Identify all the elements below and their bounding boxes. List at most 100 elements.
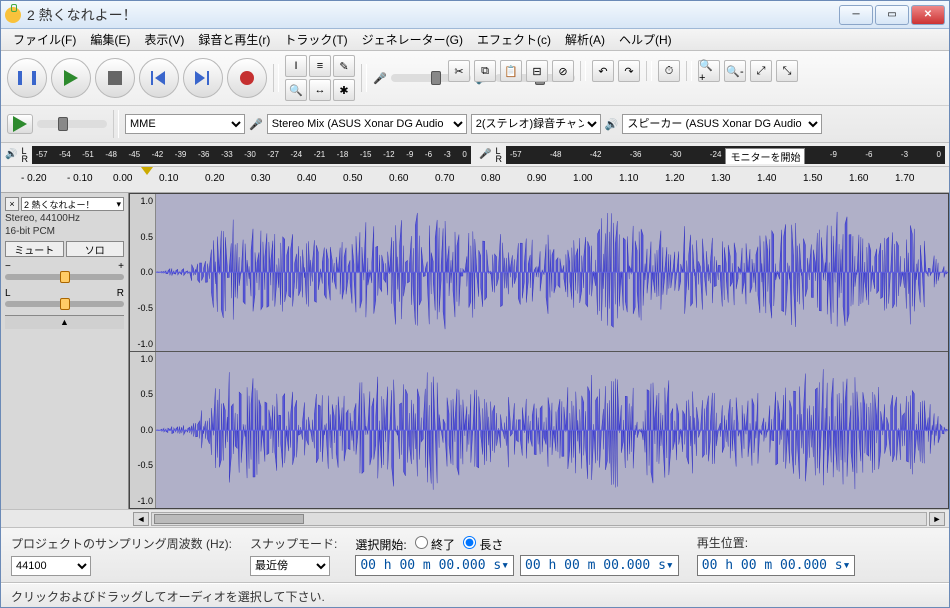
mic-icon: 🎤 <box>373 72 387 85</box>
ruler-tick: 0.70 <box>435 173 454 184</box>
selection-end-time[interactable]: 00 h 00 m 00.000 s▾ <box>520 555 679 576</box>
ruler-tick: 0.10 <box>159 173 178 184</box>
ruler-tick: 1.10 <box>619 173 638 184</box>
horizontal-scrollbar[interactable]: ◄ ► <box>1 510 949 528</box>
collapse-button[interactable]: ▲ <box>5 315 124 329</box>
menu-effect[interactable]: エフェクト(c) <box>471 29 557 50</box>
channels-select[interactable]: 2(ステレオ)録音チャンネ <box>471 114 601 134</box>
selection-start-label: 選択開始: <box>355 536 406 553</box>
status-bar: クリックおよびドラッグしてオーディオを選択して下さい. <box>1 583 949 607</box>
play-button[interactable] <box>51 58 91 98</box>
envelope-tool[interactable]: ≡ <box>309 55 331 77</box>
trim-button[interactable]: ⊟ <box>526 60 548 82</box>
maximize-button[interactable]: ▭ <box>875 5 909 25</box>
stop-button[interactable] <box>95 58 135 98</box>
meters-row: 🔊 LR -57-54-51-48-45-42-39-36-33-30-27-2… <box>1 143 949 167</box>
input-device-select[interactable]: Stereo Mix (ASUS Xonar DG Audio <box>267 114 467 134</box>
gain-slider[interactable] <box>5 274 124 280</box>
play-at-speed-button[interactable] <box>7 114 33 134</box>
undo-button[interactable]: ↶ <box>592 60 614 82</box>
close-button[interactable]: ✕ <box>911 5 945 25</box>
menu-transport[interactable]: 録音と再生(r) <box>192 29 276 50</box>
cut-button[interactable]: ✂ <box>448 60 470 82</box>
menu-generate[interactable]: ジェネレーター(G) <box>356 29 469 50</box>
menu-analyze[interactable]: 解析(A) <box>559 29 611 50</box>
menu-help[interactable]: ヘルプ(H) <box>613 29 678 50</box>
ruler-tick: - 0.20 <box>21 173 47 184</box>
sample-rate-select[interactable]: 44100 <box>11 556 91 576</box>
audio-host-select[interactable]: MME <box>125 114 245 134</box>
pause-button[interactable] <box>7 58 47 98</box>
menu-view[interactable]: 表示(V) <box>138 29 190 50</box>
zoom-tool[interactable]: 🔍 <box>285 79 307 101</box>
timeline-ruler[interactable]: - 0.20- 0.100.000.100.200.300.400.500.60… <box>1 167 949 193</box>
ruler-tick: 0.50 <box>343 173 362 184</box>
wave-scale-right: 1.00.50.0-0.5-1.0 <box>130 352 156 509</box>
menu-edit[interactable]: 編集(E) <box>84 29 136 50</box>
track-format-label: Stereo, 44100Hz <box>5 213 124 224</box>
play-position-time[interactable]: 00 h 00 m 00.000 s▾ <box>697 555 856 576</box>
scrollbar-track[interactable] <box>151 512 927 526</box>
track-control-panel: × 2 熱くなれよー！▾ Stereo, 44100Hz 16-bit PCM … <box>1 193 129 509</box>
skip-start-button[interactable] <box>139 58 179 98</box>
ruler-tick: 1.20 <box>665 173 684 184</box>
minimize-button[interactable]: ─ <box>839 5 873 25</box>
track-menu[interactable]: 2 熱くなれよー！▾ <box>21 197 124 211</box>
monitor-start-label[interactable]: モニターを開始 <box>725 148 805 164</box>
scroll-left-button[interactable]: ◄ <box>133 512 149 526</box>
recording-meter[interactable]: -57-48-42-36-30-24-18-12-9-6-30 モニターを開始 <box>506 146 945 164</box>
skip-end-button[interactable] <box>183 58 223 98</box>
scroll-right-button[interactable]: ► <box>929 512 945 526</box>
app-icon <box>5 7 21 23</box>
pan-slider[interactable] <box>5 301 124 307</box>
speed-slider[interactable] <box>37 120 107 128</box>
menu-file[interactable]: ファイル(F) <box>7 29 82 50</box>
length-radio[interactable]: 長さ <box>463 536 503 553</box>
ruler-tick: 0.30 <box>251 173 270 184</box>
wave-scale-left: 1.00.50.0-0.5-1.0 <box>130 194 156 351</box>
selection-start-time[interactable]: 00 h 00 m 00.000 s▾ <box>355 555 514 576</box>
redo-button[interactable]: ↷ <box>618 60 640 82</box>
snap-select[interactable]: 最近傍 <box>250 556 330 576</box>
record-button[interactable] <box>227 58 267 98</box>
waveform-left[interactable] <box>156 194 948 351</box>
sync-lock-button[interactable]: ⏱ <box>658 60 680 82</box>
output-device-select[interactable]: スピーカー (ASUS Xonar DG Audio <box>622 114 822 134</box>
fit-project-button[interactable]: ⤡ <box>776 60 798 82</box>
draw-tool[interactable]: ✎ <box>333 55 355 77</box>
ruler-tick: 1.50 <box>803 173 822 184</box>
solo-button[interactable]: ソロ <box>66 241 125 257</box>
zoom-out-button[interactable]: 🔍- <box>724 60 746 82</box>
window-title: 2 熱くなれよー！ <box>27 5 837 25</box>
paste-button[interactable]: 📋 <box>500 60 522 82</box>
selection-tool[interactable]: I <box>285 55 307 77</box>
silence-button[interactable]: ⊘ <box>552 60 574 82</box>
timeshift-tool[interactable]: ↔ <box>309 79 331 101</box>
waveform-view[interactable]: 1.00.50.0-0.5-1.0 1.00.50.0-0.5-1.0 <box>129 193 949 509</box>
titlebar: 2 熱くなれよー！ ─ ▭ ✕ <box>1 1 949 29</box>
track-close-button[interactable]: × <box>5 197 19 211</box>
toolbars: I ≡ ✎ 🔍 ↔ ✱ 🎤 🔊 MME 🎤 Stereo Mix (ASUS X… <box>1 51 949 143</box>
menu-tracks[interactable]: トラック(T) <box>278 29 353 50</box>
ruler-tick: 0.80 <box>481 173 500 184</box>
ruler-tick: - 0.10 <box>67 173 93 184</box>
end-radio[interactable]: 終了 <box>415 536 455 553</box>
scrollbar-thumb[interactable] <box>154 514 304 524</box>
meter-lr-label-2: LR <box>495 147 502 163</box>
ruler-tick: 0.90 <box>527 173 546 184</box>
copy-button[interactable]: ⧉ <box>474 60 496 82</box>
menubar: ファイル(F) 編集(E) 表示(V) 録音と再生(r) トラック(T) ジェネ… <box>1 29 949 51</box>
ruler-tick: 1.60 <box>849 173 868 184</box>
ruler-tick: 0.00 <box>113 173 132 184</box>
mute-button[interactable]: ミュート <box>5 241 64 257</box>
selection-bar: プロジェクトのサンプリング周波数 (Hz): 44100 スナップモード: 最近… <box>1 528 949 583</box>
fit-selection-button[interactable]: ⤢ <box>750 60 772 82</box>
zoom-in-button[interactable]: 🔍+ <box>698 60 720 82</box>
ruler-tick: 1.40 <box>757 173 776 184</box>
multi-tool[interactable]: ✱ <box>333 79 355 101</box>
playhead-cursor-icon[interactable] <box>141 167 153 175</box>
workspace: × 2 熱くなれよー！▾ Stereo, 44100Hz 16-bit PCM … <box>1 193 949 510</box>
rec-meter-icon: 🎤 <box>475 149 495 160</box>
waveform-right[interactable] <box>156 352 948 509</box>
playback-meter[interactable]: -57-54-51-48-45-42-39-36-33-30-27-24-21-… <box>32 146 471 164</box>
